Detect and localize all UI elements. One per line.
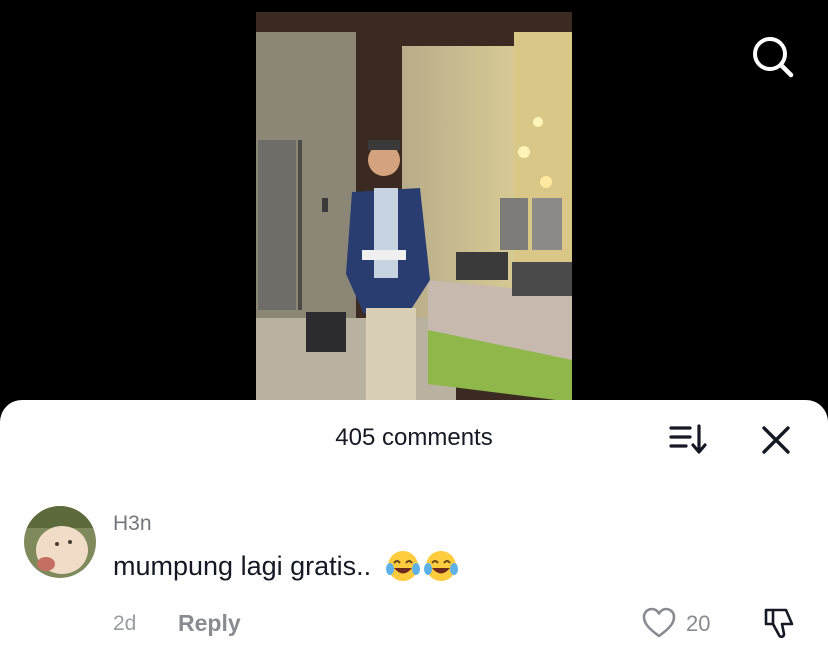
comment-username[interactable]: H3n (113, 512, 152, 536)
video-frame[interactable] (256, 12, 572, 402)
heart-outline-icon (642, 607, 676, 638)
like-button[interactable] (640, 604, 678, 642)
sort-icon (669, 424, 707, 454)
comments-sheet: 405 comments H3n mumpung lagi gratis.. 2… (0, 400, 828, 648)
video-player[interactable] (0, 0, 828, 420)
close-comments-button[interactable] (758, 422, 794, 458)
comment-text-row: mumpung lagi gratis.. (113, 548, 459, 584)
search-button[interactable] (748, 32, 796, 80)
video-still-image (256, 12, 572, 402)
comment-text: mumpung lagi gratis.. (113, 550, 372, 581)
search-icon (753, 37, 794, 78)
comment-timestamp: 2d (113, 612, 137, 635)
comments-header: 405 comments (0, 400, 828, 478)
like-count: 20 (686, 611, 711, 636)
reply-button[interactable]: Reply (178, 610, 241, 637)
comment-item: H3n mumpung lagi gratis.. 2d Reply 20 (0, 500, 828, 648)
face-with-tears-of-joy-icon (424, 551, 459, 581)
thumbs-down-icon (764, 608, 794, 639)
face-with-tears-of-joy-icon (386, 551, 421, 581)
avatar-image (24, 506, 96, 578)
comment-emojis (385, 548, 459, 584)
avatar[interactable] (24, 506, 96, 578)
close-icon (762, 426, 790, 454)
sort-button[interactable] (668, 422, 708, 456)
dislike-button[interactable] (760, 604, 798, 642)
